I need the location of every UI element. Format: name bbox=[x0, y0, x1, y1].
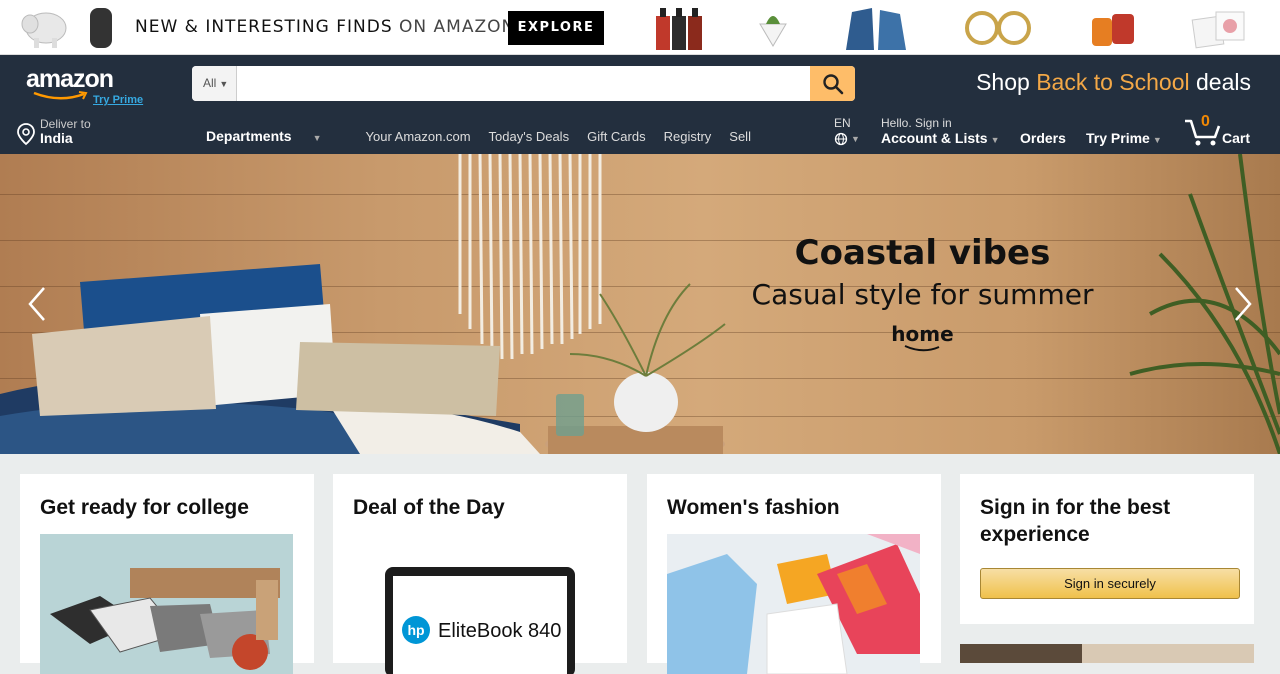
hero-carousel[interactable]: Coastal vibes Casual style for summer ho… bbox=[0, 154, 1280, 454]
signin-card: Sign in for the best experience Sign in … bbox=[960, 474, 1254, 624]
smile-arrow-icon bbox=[33, 91, 88, 100]
fashion-image bbox=[667, 534, 920, 674]
diffuser-image bbox=[90, 8, 112, 48]
geode-bookends-image bbox=[846, 8, 906, 50]
departments-menu[interactable]: Departments ▼ bbox=[206, 128, 340, 144]
hoop-earrings-image bbox=[965, 11, 1031, 45]
nav-link-todays-deals[interactable]: Today's Deals bbox=[489, 129, 570, 144]
deliver-to[interactable]: Deliver to India bbox=[16, 118, 91, 146]
back-to-school-promo[interactable]: Shop Back to School deals bbox=[976, 69, 1251, 96]
search-category-select[interactable]: All ▼ bbox=[192, 66, 237, 101]
college-card[interactable]: Get ready for college bbox=[20, 474, 314, 674]
language-selector[interactable]: EN ▼ bbox=[834, 117, 860, 146]
hero-text: Coastal vibes Casual style for summer ho… bbox=[745, 232, 1100, 354]
location-pin-icon bbox=[17, 123, 35, 146]
try-prime-menu[interactable]: Try Prime ▼ bbox=[1086, 130, 1162, 149]
amazon-logo[interactable]: amazon Try Prime bbox=[26, 65, 156, 106]
cart-count: 0 bbox=[1201, 113, 1210, 130]
cards-image bbox=[1191, 11, 1245, 49]
womens-fashion-card[interactable]: Women's fashion bbox=[647, 474, 941, 674]
nav-link-registry[interactable]: Registry bbox=[664, 129, 712, 144]
laptop-image: hp EliteBook 840 bbox=[353, 534, 606, 674]
planter-image bbox=[759, 16, 787, 47]
search-bar: All ▼ bbox=[192, 66, 855, 101]
nav-link-your-amazon[interactable]: Your Amazon.com bbox=[366, 129, 471, 144]
cart-label: Cart bbox=[1222, 130, 1251, 146]
account-lists-menu[interactable]: Hello. Sign in Account & Lists ▼ bbox=[881, 117, 1000, 149]
main-nav: amazon Try Prime All ▼ Shop Back to Schoo… bbox=[0, 55, 1280, 154]
nav-link-gift-cards[interactable]: Gift Cards bbox=[587, 129, 646, 144]
home-brand-logo: home bbox=[745, 322, 1100, 354]
promo-text: NEW & INTERESTING FINDS ON AMAZON bbox=[135, 17, 516, 37]
elephant-figurine-image bbox=[21, 12, 67, 48]
hero-subtitle: Casual style for summer bbox=[751, 278, 1094, 311]
deal-of-day-card[interactable]: Deal of the Day hp EliteBook 840 bbox=[333, 474, 627, 674]
hot-sauce-bottles-image bbox=[656, 8, 702, 50]
hero-title: Coastal vibes bbox=[794, 233, 1051, 273]
explore-button[interactable]: EXPLORE bbox=[508, 11, 604, 45]
orders-link[interactable]: Orders bbox=[1020, 130, 1066, 147]
bedroom-scene-image bbox=[0, 154, 726, 454]
svg-text:hp: hp bbox=[407, 622, 424, 638]
search-button[interactable] bbox=[810, 66, 855, 101]
nav-links: Departments ▼ Your Amazon.com Today's Dea… bbox=[206, 128, 769, 144]
nav-link-sell[interactable]: Sell bbox=[729, 129, 751, 144]
sign-in-securely-button[interactable]: Sign in securely bbox=[980, 568, 1240, 599]
search-icon bbox=[822, 73, 843, 94]
carousel-prev-arrow-icon[interactable] bbox=[22, 284, 52, 324]
deal-product-name: EliteBook 840 bbox=[438, 620, 562, 642]
ad-card-image[interactable] bbox=[960, 644, 1254, 663]
cart-button[interactable]: 0 Cart bbox=[1183, 113, 1263, 149]
dorm-bedding-image bbox=[40, 534, 293, 674]
try-prime-link[interactable]: Try Prime bbox=[93, 94, 143, 106]
candle-holders-image bbox=[1092, 14, 1134, 46]
card-title: Women's fashion bbox=[667, 496, 840, 519]
search-input[interactable] bbox=[238, 66, 810, 101]
card-title: Get ready for college bbox=[40, 496, 249, 519]
signin-title: Sign in for the best experience bbox=[980, 496, 1171, 546]
card-title: Deal of the Day bbox=[353, 496, 505, 519]
promo-banner[interactable]: NEW & INTERESTING FINDS ON AMAZON EXPLOR… bbox=[0, 0, 1280, 55]
carousel-next-arrow-icon[interactable] bbox=[1228, 284, 1258, 324]
globe-icon bbox=[834, 132, 848, 146]
